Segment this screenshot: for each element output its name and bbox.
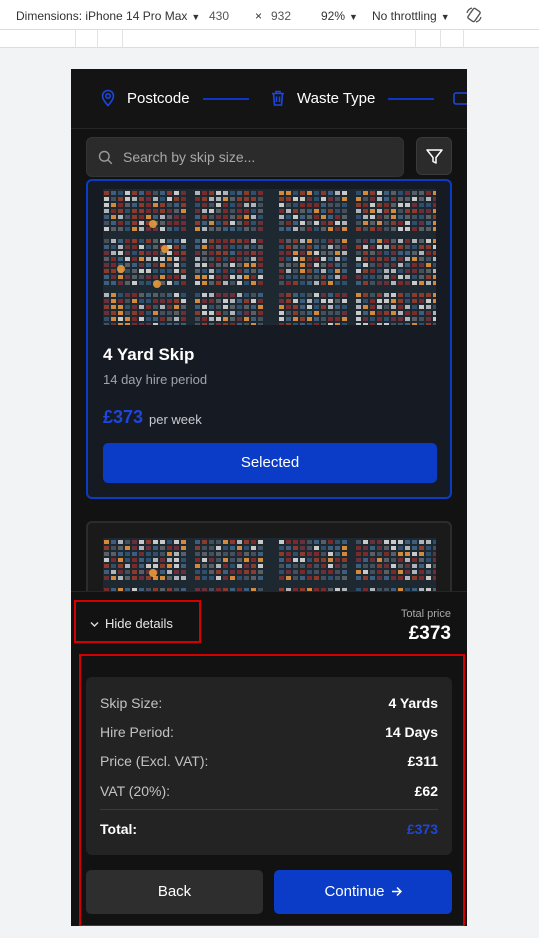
throttling-label: No throttling — [372, 9, 437, 23]
hide-details-toggle[interactable]: Hide details — [74, 600, 201, 643]
throttling-dropdown[interactable]: No throttling ▼ — [372, 9, 450, 23]
summary-row-skip-size: Skip Size: 4 Yards — [100, 695, 438, 711]
arrow-right-icon — [391, 886, 402, 897]
continue-label: Continue — [324, 883, 385, 900]
rotate-icon[interactable] — [465, 6, 483, 24]
summary-row-total: Total: £373 — [100, 821, 438, 837]
trash-icon — [272, 90, 284, 106]
dimensions-dropdown[interactable]: Dimensions: iPhone 14 Pro Max ▼ — [16, 9, 200, 23]
chevron-down-icon — [90, 622, 99, 627]
search-input[interactable] — [123, 138, 398, 176]
continue-button[interactable]: Continue — [274, 870, 452, 914]
next-step-icon — [453, 92, 467, 105]
row-value: £373 — [406, 821, 438, 837]
step-waste-type[interactable]: Waste Type — [269, 89, 375, 107]
filter-button[interactable] — [416, 137, 452, 175]
summary-row-hire-period: Hire Period: 14 Days — [100, 724, 438, 740]
total-price-label: Total price — [400, 608, 451, 620]
zoom-dropdown[interactable]: 92% ▼ — [321, 9, 358, 23]
row-value: £311 — [407, 753, 438, 769]
card-price-unit: per week — [149, 412, 202, 427]
chevron-down-icon: ▼ — [191, 12, 201, 22]
skip-image — [103, 189, 436, 325]
card-title: 4 Yard Skip — [103, 345, 195, 364]
row-label: Total: — [100, 821, 138, 837]
times-sign: × — [255, 9, 263, 23]
skip-card-selected[interactable]: 4 Yard Skip 14 day hire period £373 per … — [86, 179, 452, 499]
hide-details-label: Hide details — [105, 616, 173, 631]
row-label: Skip Size: — [100, 695, 163, 711]
search-icon — [98, 150, 113, 165]
card-price: £373 — [103, 407, 144, 427]
step-connector — [388, 98, 434, 100]
divider — [100, 809, 438, 810]
details-section: Skip Size: 4 Yards Hire Period: 14 Days … — [79, 654, 465, 926]
device-viewport: Postcode Waste Type 4 Yard Skip 14 day — [71, 69, 467, 926]
search-bar — [86, 137, 404, 177]
total-price-value: £373 — [408, 623, 451, 644]
step-label: Waste Type — [297, 89, 376, 107]
chevron-down-icon: ▼ — [440, 12, 450, 22]
row-label: VAT (20%): — [100, 783, 171, 799]
summary-row-vat: VAT (20%): £62 — [100, 783, 438, 799]
zoom-label: 92% — [321, 9, 346, 23]
order-summary: Skip Size: 4 Yards Hire Period: 14 Days … — [86, 677, 452, 855]
back-button[interactable]: Back — [86, 870, 263, 914]
width-input[interactable]: 430 — [209, 9, 229, 23]
progress-stepper: Postcode Waste Type — [71, 69, 467, 129]
device-ruler — [0, 30, 539, 48]
height-input[interactable]: 932 — [271, 9, 291, 23]
selected-button[interactable]: Selected — [103, 443, 437, 483]
card-subtitle: 14 day hire period — [103, 372, 208, 387]
filter-icon — [426, 149, 443, 164]
devtools-toolbar: Dimensions: iPhone 14 Pro Max ▼ 430 × 932… — [0, 0, 539, 30]
dimensions-label: Dimensions: iPhone 14 Pro Max — [16, 9, 188, 23]
step-postcode[interactable]: Postcode — [99, 89, 190, 107]
step-connector — [203, 98, 249, 100]
row-label: Hire Period: — [100, 724, 174, 740]
row-label: Price (Excl. VAT): — [100, 753, 209, 769]
chevron-down-icon: ▼ — [349, 12, 358, 22]
step-label: Postcode — [127, 89, 190, 107]
row-value: 14 Days — [385, 724, 438, 740]
row-value: £62 — [414, 783, 438, 799]
summary-row-price-excl-vat: Price (Excl. VAT): £311 — [100, 753, 438, 769]
row-value: 4 Yards — [388, 695, 438, 711]
price-summary-panel: Hide details Total price £373 Skip Size:… — [71, 591, 467, 926]
map-pin-icon — [101, 89, 115, 107]
